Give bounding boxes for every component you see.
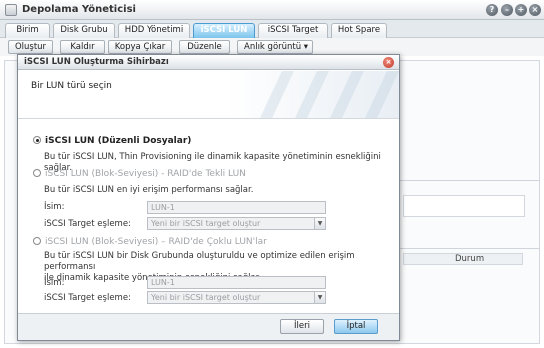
- window-title: Depolama Yöneticisi: [22, 4, 136, 15]
- background-detail-box: [403, 195, 525, 217]
- option-block-single-lun[interactable]: iSCSI LUN (Blok-Seviyesi) - RAID'de Tekl…: [33, 169, 246, 179]
- tab-bar: Birim Disk Grubu HDD Yönetimi iSCSI LUN …: [0, 20, 544, 38]
- option-block-single-lun-description: Bu tür iSCSI LUN en iyi erişim performan…: [44, 185, 254, 195]
- dialog-header: Bir LUN türü seçin: [18, 71, 399, 119]
- close-icon[interactable]: ×: [529, 4, 541, 16]
- snapshot-label: Anlık görüntü: [244, 42, 302, 52]
- background-divider: [400, 248, 540, 249]
- create-button[interactable]: Oluştur: [8, 40, 53, 54]
- name-label: İsim:: [44, 202, 65, 212]
- window-title-bar: Depolama Yöneticisi ? – + ×: [0, 0, 544, 20]
- target-mapping-value: Yeni bir iSCSI target oluştur: [151, 293, 261, 302]
- column-header-status: Durum: [455, 254, 485, 264]
- name-label: İsim:: [44, 278, 65, 288]
- dialog-title-bar: iSCSI LUN Oluşturma Sihirbazı ×: [18, 55, 399, 70]
- chevron-down-icon: ▾: [303, 42, 308, 52]
- minimize-icon[interactable]: –: [501, 4, 513, 16]
- chevron-down-icon: ▼: [314, 292, 325, 303]
- target-mapping-label: iSCSI Target eşleme:: [44, 293, 131, 303]
- dialog-title: iSCSI LUN Oluşturma Sihirbazı: [24, 57, 169, 67]
- option-block-multiple-luns-label: iSCSI LUN (Blok-Seviyesi) – RAID'de Çokl…: [45, 237, 267, 247]
- tab-disk-grubu[interactable]: Disk Grubu: [53, 23, 115, 38]
- dialog-close-icon[interactable]: ×: [383, 57, 394, 68]
- header-decoration: [284, 71, 334, 118]
- header-decoration: [249, 71, 299, 118]
- description-line: Bu tür iSCSI LUN bir Disk Grubunda oluşt…: [44, 251, 355, 272]
- chevron-down-icon: ▼: [314, 218, 325, 229]
- clone-button[interactable]: Kopya Çıkar: [108, 40, 172, 54]
- next-button[interactable]: İleri: [280, 319, 324, 334]
- help-icon[interactable]: ?: [486, 4, 498, 16]
- option-block-single-lun-label: iSCSI LUN (Blok-Seviyesi) - RAID'de Tekl…: [45, 169, 246, 179]
- storage-manager-icon: [5, 4, 17, 16]
- header-decoration: [354, 71, 399, 118]
- target-mapping-select[interactable]: Yeni bir iSCSI target oluştur ▼: [147, 291, 326, 304]
- target-mapping-select[interactable]: Yeni bir iSCSI target oluştur ▼: [147, 217, 326, 230]
- tab-birim[interactable]: Birim: [5, 23, 50, 38]
- option-regular-files-label: iSCSI LUN (Düzenli Dosyalar): [45, 136, 192, 146]
- tab-hot-spare[interactable]: Hot Spare: [331, 23, 387, 38]
- tab-hdd-yonetimi[interactable]: HDD Yönetimi: [118, 23, 190, 38]
- snapshot-menu-button[interactable]: Anlık görüntü ▾: [237, 40, 313, 54]
- lun-creation-wizard-dialog: iSCSI LUN Oluşturma Sihirbazı × Bir LUN …: [17, 54, 400, 341]
- edit-button[interactable]: Düzenle: [179, 40, 230, 54]
- name-input[interactable]: LUN-1: [147, 276, 326, 289]
- target-mapping-label: iSCSI Target eşleme:: [44, 219, 131, 229]
- tab-iscsi-target[interactable]: iSCSI Target: [258, 23, 328, 38]
- target-mapping-value: Yeni bir iSCSI target oluştur: [151, 219, 261, 228]
- option-block-multiple-luns[interactable]: iSCSI LUN (Blok-Seviyesi) – RAID'de Çokl…: [33, 237, 267, 247]
- tab-iscsi-lun[interactable]: iSCSI LUN: [193, 23, 255, 38]
- background-divider: [400, 180, 540, 181]
- cancel-button[interactable]: İptal: [334, 319, 378, 334]
- radio-regular-files[interactable]: [33, 136, 41, 144]
- dialog-footer: İleri İptal: [18, 313, 399, 340]
- dialog-heading: Bir LUN türü seçin: [31, 81, 112, 91]
- radio-block-multiple-luns[interactable]: [33, 237, 41, 245]
- header-decoration: [319, 71, 369, 118]
- maximize-icon[interactable]: +: [515, 4, 527, 16]
- option-regular-files[interactable]: iSCSI LUN (Düzenli Dosyalar): [33, 136, 191, 146]
- radio-block-single-lun[interactable]: [33, 169, 41, 177]
- name-input[interactable]: LUN-1: [147, 201, 326, 214]
- remove-button[interactable]: Kaldır: [60, 40, 105, 54]
